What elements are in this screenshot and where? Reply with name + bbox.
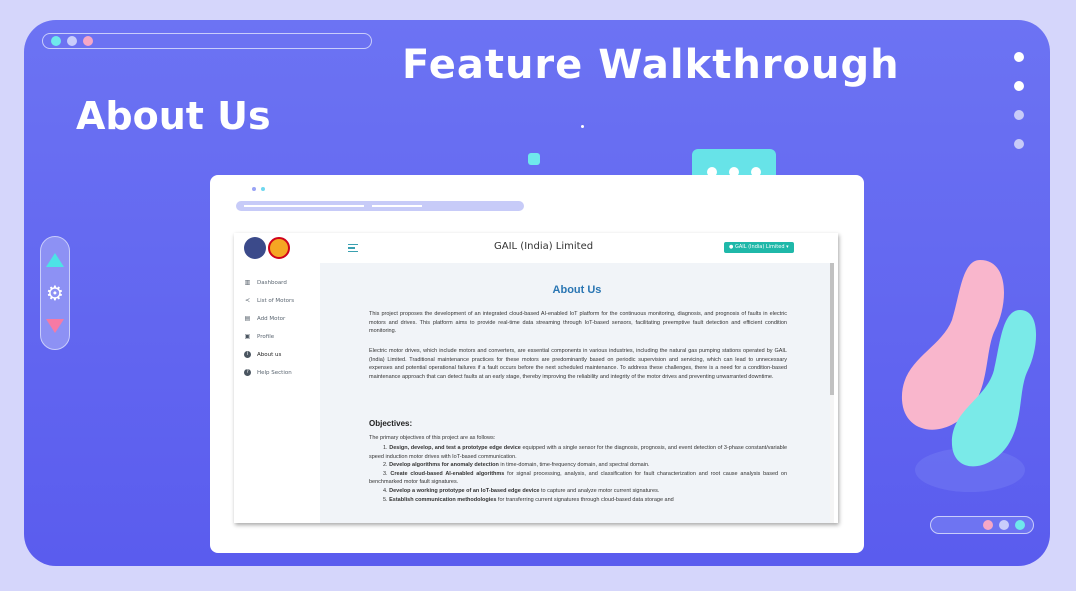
- institute-logo-icon: [244, 237, 266, 259]
- list-item: 3. Create cloud-based AI-enabled algorit…: [369, 470, 787, 486]
- pagination-dot[interactable]: [1014, 139, 1024, 149]
- window-dot-lavender[interactable]: [67, 36, 77, 46]
- sidebar-item-dashboard[interactable]: ▥ Dashboard: [244, 279, 287, 286]
- decor-square-cyan: [528, 153, 540, 165]
- decorative-blobs: [901, 260, 1037, 492]
- objectives-list: 1. Design, develop, and test a prototype…: [369, 444, 787, 504]
- sidebar-item-label: Profile: [257, 333, 275, 340]
- vertical-control: ⚙: [40, 236, 70, 350]
- window-dot-pink[interactable]: [83, 36, 93, 46]
- info-icon: i: [244, 351, 251, 358]
- app-window: GAIL (India) Limited ● GAIL (India) Limi…: [234, 233, 838, 523]
- sidebar-item-profile[interactable]: ▣ Profile: [244, 333, 274, 340]
- sidebar-item-label: Dashboard: [257, 279, 287, 286]
- user-button-label: GAIL (India) Limited: [734, 244, 785, 250]
- pagination-dot[interactable]: [1014, 110, 1024, 120]
- arrow-down-icon[interactable]: [46, 319, 64, 333]
- objectives-heading: Objectives:: [369, 419, 413, 428]
- sidebar-item-label: About us: [257, 351, 282, 358]
- arrow-up-icon[interactable]: [46, 253, 64, 267]
- section-title: About Us: [76, 94, 271, 138]
- browser-dots: [252, 187, 265, 191]
- motor-list-icon: ≺: [244, 297, 251, 304]
- decor-dot-white: [581, 125, 584, 128]
- background-paragraph: Electric motor drives, which include mot…: [369, 348, 787, 380]
- sidebar-item-label: List of Motors: [257, 297, 295, 304]
- app-header: GAIL (India) Limited ● GAIL (India) Limi…: [234, 233, 838, 263]
- sidebar-item-about-us[interactable]: i About us: [244, 351, 281, 358]
- app-title: GAIL (India) Limited: [494, 241, 594, 252]
- browser-dot: [252, 187, 256, 191]
- sidebar-item-list-of-motors[interactable]: ≺ List of Motors: [244, 297, 294, 304]
- hero-title: Feature Walkthrough: [402, 42, 900, 88]
- help-icon: ?: [244, 369, 251, 376]
- list-item: 2. Develop algorithms for anomaly detect…: [383, 462, 650, 469]
- sidebar-item-label: Help Section: [257, 369, 292, 376]
- sidebar-item-label: Add Motor: [257, 315, 286, 322]
- browser-mockup: GAIL (India) Limited ● GAIL (India) Limi…: [210, 175, 864, 553]
- url-bar[interactable]: [236, 201, 524, 211]
- sidebar-item-help-section[interactable]: ? Help Section: [244, 369, 292, 376]
- sidebar-item-add-motor[interactable]: ▤ Add Motor: [244, 315, 286, 322]
- content-heading: About Us: [552, 284, 602, 296]
- logos: [244, 237, 290, 259]
- pagination-dot[interactable]: [1014, 52, 1024, 62]
- user-dropdown-button[interactable]: ● GAIL (India) Limited ▾: [724, 242, 794, 253]
- sidebar: ▥ Dashboard ≺ List of Motors ▤ Add Motor…: [234, 263, 320, 523]
- about-content: About Us This project proposes the devel…: [320, 263, 834, 523]
- add-motor-icon: ▤: [244, 315, 251, 322]
- list-item: 4. Develop a working prototype of an IoT…: [383, 487, 660, 494]
- carousel-indicator: [930, 516, 1034, 534]
- intro-paragraph: This project proposes the development of…: [369, 311, 787, 335]
- objectives-intro: The primary objectives of this project a…: [369, 435, 496, 441]
- profile-icon: ▣: [244, 333, 251, 340]
- browser-dot: [261, 187, 265, 191]
- window-controls-bar: [42, 33, 372, 49]
- gail-logo-icon: [268, 237, 290, 259]
- chart-bar-icon: ▥: [244, 279, 251, 286]
- menu-toggle-icon[interactable]: [348, 244, 358, 252]
- list-item: 1. Design, develop, and test a prototype…: [369, 445, 788, 460]
- pagination-dot[interactable]: [1014, 81, 1024, 91]
- gear-icon[interactable]: ⚙: [46, 283, 64, 303]
- list-item: 5. Establish communication methodologies…: [383, 496, 674, 503]
- pagination-dots: [1014, 52, 1024, 149]
- carousel-dot[interactable]: [999, 520, 1009, 530]
- window-dot-cyan[interactable]: [51, 36, 61, 46]
- carousel-dot[interactable]: [1015, 520, 1025, 530]
- content-scrollbar[interactable]: [830, 263, 834, 523]
- carousel-dot[interactable]: [983, 520, 993, 530]
